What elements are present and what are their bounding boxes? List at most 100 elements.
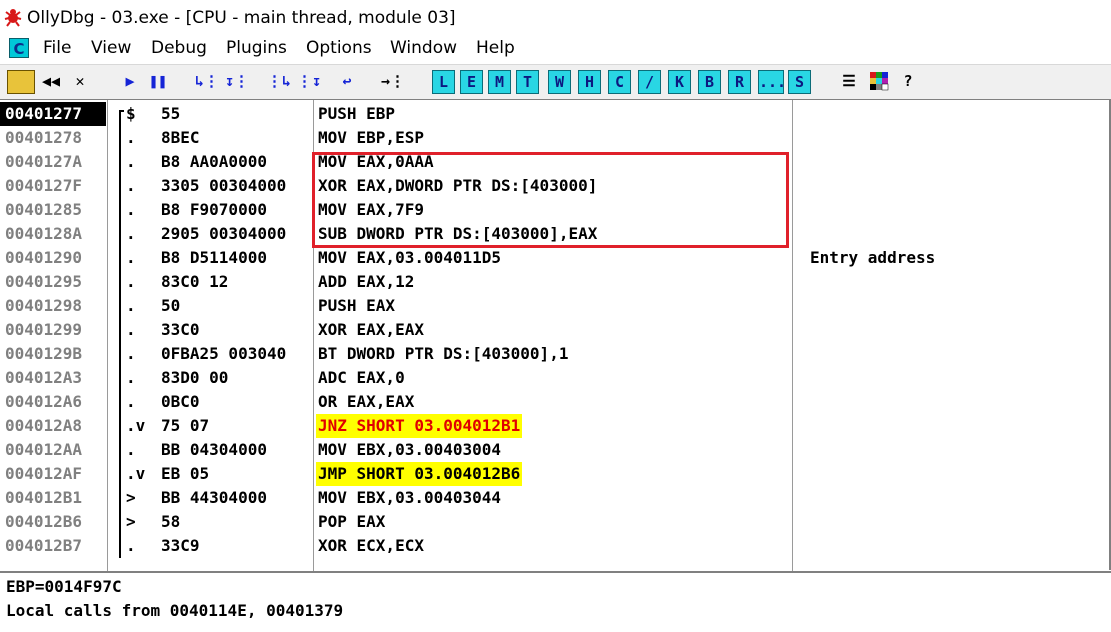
row-instruction: JNZ SHORT 03.004012B1 — [316, 414, 523, 438]
row-instruction: MOV EBP,ESP — [318, 128, 424, 147]
row-address: 004012A8 — [5, 416, 83, 435]
execute-till-return-icon[interactable]: ↩ — [334, 70, 360, 94]
row-address: 00401295 — [5, 272, 83, 291]
disassembly-row[interactable]: 0040129B. 0FBA25 003040 BT DWORD PTR DS:[4… — [0, 342, 1111, 366]
row-address: 004012B7 — [5, 536, 83, 555]
row-address: 0040128A — [5, 224, 83, 243]
menu-options[interactable]: Options — [306, 38, 372, 58]
row-instruction: MOV EBX,03.00403004 — [318, 440, 502, 459]
procedure-bracket — [119, 366, 124, 390]
windows-button[interactable]: W — [548, 70, 571, 94]
disassembly-row[interactable]: 004012B1 > BB 44304000 MOV EBX,03.00403044 — [0, 486, 1111, 510]
log-window-button[interactable]: L — [432, 70, 455, 94]
disassembly-row[interactable]: 004012AF .v EB 05 JMP SHORT 03.004012B6 — [0, 462, 1111, 486]
annotation-highlight-box — [312, 152, 789, 248]
row-instruction: BT DWORD PTR DS:[403000],1 — [318, 344, 569, 363]
window-title: OllyDbg - 03.exe - [CPU - main thread, m… — [27, 8, 456, 28]
procedure-bracket — [119, 318, 124, 342]
source-button[interactable]: S — [788, 70, 811, 94]
disassembly-row[interactable]: 004012A8 .v 75 07 JNZ SHORT 03.004012B1 — [0, 414, 1111, 438]
row-address: 00401278 — [5, 128, 83, 147]
row-instruction: PUSH EAX — [318, 296, 396, 315]
help-icon[interactable]: ? — [896, 70, 920, 94]
menu-plugins[interactable]: Plugins — [226, 38, 287, 58]
disassembly-row[interactable]: 00401295. 83C0 12 ADD EAX,12 — [0, 270, 1111, 294]
procedure-bracket — [119, 126, 124, 150]
open-icon[interactable] — [7, 70, 35, 94]
row-marker: . — [126, 152, 136, 171]
row-hex-dump: BB 04304000 — [161, 440, 267, 459]
row-instruction: OR EAX,EAX — [318, 392, 415, 411]
procedure-bracket — [119, 174, 124, 198]
list-icon[interactable]: ☰ — [836, 70, 862, 94]
threads-button[interactable]: T — [516, 70, 539, 94]
row-instruction: MOV EBX,03.00403044 — [318, 488, 502, 507]
disassembly-row[interactable]: 00401278. 8BEC MOV EBP,ESP — [0, 126, 1111, 150]
pause-icon[interactable]: ❚❚ — [146, 70, 170, 94]
row-address: 004012AF — [5, 464, 83, 483]
trace-into-icon[interactable]: ⋮↳ — [266, 70, 292, 94]
executable-modules-button[interactable]: E — [460, 70, 483, 94]
row-marker: . — [126, 272, 136, 291]
row-hex-dump: EB 05 — [161, 464, 210, 483]
row-marker: . — [126, 320, 136, 339]
row-address: 0040129B — [5, 344, 83, 363]
patches-button[interactable]: / — [638, 70, 661, 94]
disassembly-row[interactable]: 00401290. B8 D5114000 MOV EAX,03.004011D5 E… — [0, 246, 1111, 270]
disassembly-row[interactable]: 00401298. 50 PUSH EAX — [0, 294, 1111, 318]
row-hex-dump: 0BC0 — [161, 392, 200, 411]
disassembly-row[interactable]: 004012A6. 0BC0 OR EAX,EAX — [0, 390, 1111, 414]
menu-debug[interactable]: Debug — [151, 38, 207, 58]
row-hex-dump: 75 07 — [161, 416, 210, 435]
disassembly-row[interactable]: 004012A3. 83D0 00 ADC EAX,0 — [0, 366, 1111, 390]
call-stack-button[interactable]: K — [668, 70, 691, 94]
memory-map-button[interactable]: M — [488, 70, 511, 94]
step-over-icon[interactable]: ↧⋮ — [224, 70, 250, 94]
row-marker: . — [126, 536, 136, 555]
row-marker: . — [126, 176, 136, 195]
row-address: 004012B6 — [5, 512, 83, 531]
breakpoints-button[interactable]: B — [698, 70, 721, 94]
info-register-line: EBP=0014F97C — [6, 577, 122, 596]
restart-icon[interactable]: ◀◀ — [38, 70, 64, 94]
info-pane[interactable]: EBP=0014F97C Local calls from 0040114E, … — [0, 571, 1111, 632]
colors-icon[interactable] — [866, 70, 892, 94]
procedure-bracket — [119, 414, 124, 438]
row-hex-dump: 3305 00304000 — [161, 176, 287, 195]
row-marker: . — [126, 128, 136, 147]
title-bar: OllyDbg - 03.exe - [CPU - main thread, m… — [0, 0, 1111, 36]
step-into-icon[interactable]: ↳⋮ — [194, 70, 220, 94]
row-hex-dump: 58 — [161, 512, 181, 531]
menu-help[interactable]: Help — [476, 38, 515, 58]
menu-view[interactable]: View — [91, 38, 131, 58]
row-address: 0040127A — [5, 152, 83, 171]
row-address: 00401285 — [5, 200, 83, 219]
close-icon[interactable]: ✕ — [68, 70, 92, 94]
row-hex-dump: B8 F9070000 — [161, 200, 267, 219]
references-button[interactable]: R — [728, 70, 751, 94]
row-instruction: MOV EAX,03.004011D5 — [318, 248, 502, 267]
menu-window[interactable]: Window — [390, 38, 457, 58]
disassembly-row[interactable]: 00401277 $55 PUSH EBP — [0, 102, 1111, 126]
handles-button[interactable]: H — [578, 70, 601, 94]
go-to-icon[interactable]: →⋮ — [380, 70, 406, 94]
disassembly-row[interactable]: 004012B6 >58 POP EAX — [0, 510, 1111, 534]
disassembly-pane[interactable]: 00401277 $55 PUSH EBP 00401278. 8BEC MOV EBP,… — [0, 99, 1111, 571]
row-instruction: XOR EAX,EAX — [318, 320, 424, 339]
system-menu-icon[interactable]: C — [9, 38, 29, 58]
menu-file[interactable]: File — [43, 38, 71, 58]
disassembly-row[interactable]: 004012AA. BB 04304000 MOV EBX,03.00403004 — [0, 438, 1111, 462]
row-marker: $ — [126, 104, 136, 123]
procedure-bracket — [119, 534, 124, 558]
run-trace-button[interactable]: ... — [758, 70, 786, 94]
row-address: 0040127F — [5, 176, 83, 195]
disassembly-row[interactable]: 00401299. 33C0 XOR EAX,EAX — [0, 318, 1111, 342]
cpu-button[interactable]: C — [608, 70, 631, 94]
run-icon[interactable]: ▶ — [118, 70, 142, 94]
trace-over-icon[interactable]: ⋮↧ — [296, 70, 322, 94]
row-hex-dump: 33C0 — [161, 320, 200, 339]
toolbar: ◀◀ ✕ ▶ ❚❚ ↳⋮ ↧⋮ ⋮↳ ⋮↧ ↩ →⋮ L E M T W H C… — [0, 64, 1111, 99]
disassembly-row[interactable]: 004012B7. 33C9 XOR ECX,ECX — [0, 534, 1111, 558]
row-marker: . — [126, 392, 136, 411]
row-address: 004012AA — [5, 440, 83, 459]
